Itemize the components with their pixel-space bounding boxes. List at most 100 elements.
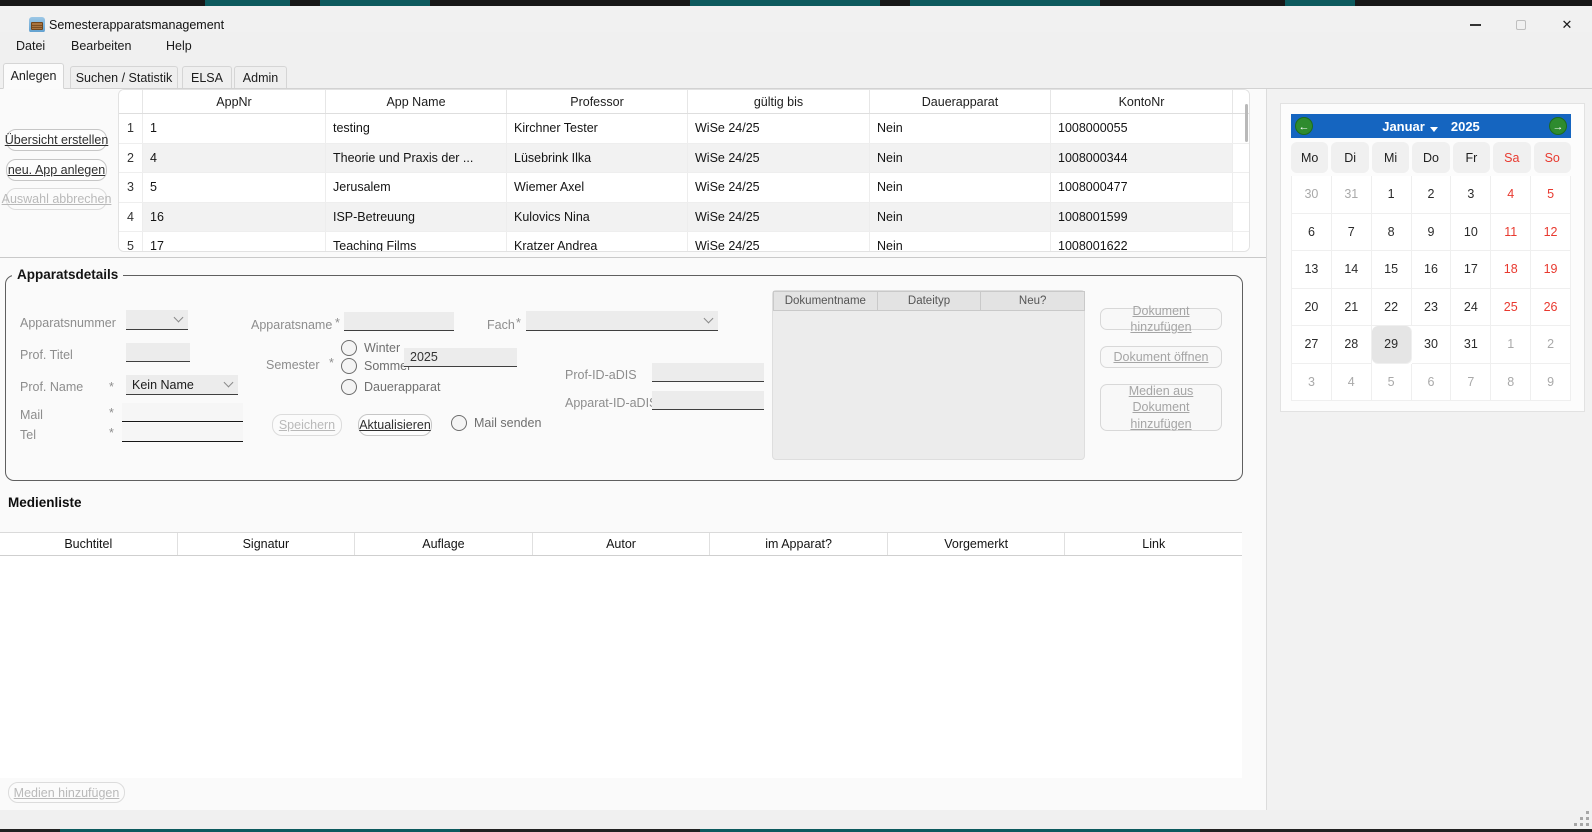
menu-item-datei[interactable]: Datei bbox=[16, 32, 45, 60]
calendar-day[interactable]: 19 bbox=[1531, 251, 1571, 289]
tel-field[interactable] bbox=[122, 423, 243, 442]
calendar-day[interactable]: 4 bbox=[1491, 176, 1531, 214]
calendar-next-month-button[interactable] bbox=[1549, 117, 1567, 135]
calendar-day[interactable]: 30 bbox=[1292, 176, 1332, 214]
prof-titel-field[interactable] bbox=[126, 343, 190, 362]
ml-column-auflage[interactable]: Auflage bbox=[355, 533, 533, 555]
calendar-day[interactable]: 24 bbox=[1451, 289, 1491, 327]
auswahl-abbrechen-button[interactable]: Auswahl abbrechen bbox=[6, 188, 107, 210]
ml-column-autor[interactable]: Autor bbox=[533, 533, 711, 555]
aktualisieren-button[interactable]: Aktualisieren bbox=[358, 414, 432, 436]
calendar-day[interactable]: 17 bbox=[1451, 251, 1491, 289]
ml-column-link[interactable]: Link bbox=[1065, 533, 1242, 555]
calendar-day[interactable]: 7 bbox=[1451, 364, 1491, 402]
table-row[interactable]: 35JerusalemWiemer AxelWiSe 24/25Nein1008… bbox=[119, 173, 1249, 203]
menu-item-help[interactable]: Help bbox=[166, 32, 192, 60]
fach-dropdown[interactable] bbox=[526, 311, 718, 331]
calendar-day[interactable]: 20 bbox=[1292, 289, 1332, 327]
calendar-title[interactable]: Januar 2025 bbox=[1382, 119, 1480, 134]
tab-elsa[interactable]: ELSA bbox=[182, 66, 232, 88]
calendar-day[interactable]: 6 bbox=[1412, 364, 1452, 402]
menu-item-bearbeiten[interactable]: Bearbeiten bbox=[71, 32, 131, 60]
calendar-day[interactable]: 8 bbox=[1491, 364, 1531, 402]
speichern-button[interactable]: Speichern bbox=[272, 414, 342, 436]
neu-app-anlegen-button[interactable]: neu. App anlegen bbox=[6, 159, 107, 181]
calendar-day[interactable]: 23 bbox=[1412, 289, 1452, 327]
medien-aus-dokument-hinzufügen-button[interactable]: Medien aus Dokument hinzufügen bbox=[1100, 384, 1222, 431]
calendar-day[interactable]: 6 bbox=[1292, 214, 1332, 252]
table-row[interactable]: 517Teaching FilmsKratzer AndreaWiSe 24/2… bbox=[119, 232, 1249, 252]
übersicht-erstellen-button[interactable]: Übersicht erstellen bbox=[6, 129, 107, 151]
calendar-day[interactable]: 14 bbox=[1332, 251, 1372, 289]
column-header-kontonr[interactable]: KontoNr bbox=[1051, 90, 1233, 113]
calendar-day[interactable]: 3 bbox=[1292, 364, 1332, 402]
medien-hinzufuegen-button[interactable]: Medien hinzufügen bbox=[8, 782, 125, 803]
column-header-professor[interactable]: Professor bbox=[507, 90, 688, 113]
calendar-day[interactable]: 29 bbox=[1372, 326, 1412, 364]
tab-admin[interactable]: Admin bbox=[234, 66, 287, 88]
resize-grip[interactable] bbox=[1586, 823, 1589, 826]
calendar-day[interactable]: 26 bbox=[1531, 289, 1571, 327]
calendar-month[interactable]: Januar bbox=[1382, 119, 1425, 134]
calendar-day[interactable]: 10 bbox=[1451, 214, 1491, 252]
calendar-day[interactable]: 13 bbox=[1292, 251, 1332, 289]
sommer-radio[interactable] bbox=[341, 358, 357, 374]
calendar-day[interactable]: 1 bbox=[1491, 326, 1531, 364]
table-row[interactable]: 416ISP-BetreuungKulovics NinaWiSe 24/25N… bbox=[119, 203, 1249, 233]
ml-column-vorgemerkt[interactable]: Vorgemerkt bbox=[888, 533, 1066, 555]
mail-senden-checkbox[interactable] bbox=[451, 415, 467, 431]
arrow-left-icon bbox=[1299, 117, 1310, 135]
prof-id-adis-field[interactable] bbox=[652, 363, 764, 382]
mail-field[interactable] bbox=[122, 403, 243, 422]
calendar-day[interactable]: 28 bbox=[1332, 326, 1372, 364]
cell-dauerapparat: Nein bbox=[870, 144, 1051, 173]
calendar-day[interactable]: 30 bbox=[1412, 326, 1452, 364]
calendar-day[interactable]: 12 bbox=[1531, 214, 1571, 252]
calendar-day[interactable]: 31 bbox=[1451, 326, 1491, 364]
calendar-day[interactable]: 3 bbox=[1451, 176, 1491, 214]
column-header-app-name[interactable]: App Name bbox=[326, 90, 507, 113]
column-header-dauerapparat[interactable]: Dauerapparat bbox=[870, 90, 1051, 113]
calendar-day[interactable]: 11 bbox=[1491, 214, 1531, 252]
winter-radio[interactable] bbox=[341, 340, 357, 356]
calendar-day[interactable]: 9 bbox=[1531, 364, 1571, 402]
ml-column-signatur[interactable]: Signatur bbox=[178, 533, 356, 555]
calendar-day[interactable]: 4 bbox=[1332, 364, 1372, 402]
calendar-day[interactable]: 5 bbox=[1531, 176, 1571, 214]
table-row[interactable]: 24Theorie und Praxis der ...Lüsebrink Il… bbox=[119, 144, 1249, 174]
calendar-day[interactable]: 15 bbox=[1372, 251, 1412, 289]
calendar-day[interactable]: 8 bbox=[1372, 214, 1412, 252]
calendar-day[interactable]: 2 bbox=[1412, 176, 1452, 214]
calendar-day[interactable]: 18 bbox=[1491, 251, 1531, 289]
calendar-day[interactable]: 1 bbox=[1372, 176, 1412, 214]
ml-column-im-apparat[interactable]: im Apparat? bbox=[710, 533, 888, 555]
prof-name-dropdown[interactable]: Kein Name bbox=[126, 375, 238, 395]
arrow-right-icon bbox=[1553, 117, 1564, 135]
ml-column-buchtitel[interactable]: Buchtitel bbox=[0, 533, 178, 555]
column-header-gültig-bis[interactable]: gültig bis bbox=[688, 90, 870, 113]
dauerapparat-radio[interactable] bbox=[341, 379, 357, 395]
apparatsname-field[interactable] bbox=[344, 312, 454, 331]
calendar-day[interactable]: 21 bbox=[1332, 289, 1372, 327]
dokument-öffnen-button[interactable]: Dokument öffnen bbox=[1100, 346, 1222, 368]
tab-anlegen[interactable]: Anlegen bbox=[3, 63, 64, 89]
table-scrollbar-thumb[interactable] bbox=[1245, 104, 1248, 142]
dokument-hinzufügen-button[interactable]: Dokument hinzufügen bbox=[1100, 308, 1222, 330]
calendar-day[interactable]: 5 bbox=[1372, 364, 1412, 402]
calendar-day[interactable]: 27 bbox=[1292, 326, 1332, 364]
calendar-day[interactable]: 16 bbox=[1412, 251, 1452, 289]
calendar-prev-month-button[interactable] bbox=[1295, 117, 1313, 135]
apparatsnummer-dropdown[interactable] bbox=[126, 310, 188, 330]
calendar-day[interactable]: 7 bbox=[1332, 214, 1372, 252]
column-header-appnr[interactable]: AppNr bbox=[143, 90, 326, 113]
table-row[interactable]: 11testingKirchner TesterWiSe 24/25Nein10… bbox=[119, 114, 1249, 144]
calendar-year[interactable]: 2025 bbox=[1451, 119, 1480, 134]
calendar-day[interactable]: 2 bbox=[1531, 326, 1571, 364]
calendar-day[interactable]: 9 bbox=[1412, 214, 1452, 252]
calendar-day[interactable]: 22 bbox=[1372, 289, 1412, 327]
apparat-id-adis-field[interactable] bbox=[652, 391, 764, 410]
semester-year-field[interactable]: 2025 bbox=[404, 348, 517, 367]
tab-suchen-statistik[interactable]: Suchen / Statistik bbox=[70, 66, 178, 88]
calendar-day[interactable]: 25 bbox=[1491, 289, 1531, 327]
calendar-day[interactable]: 31 bbox=[1332, 176, 1372, 214]
